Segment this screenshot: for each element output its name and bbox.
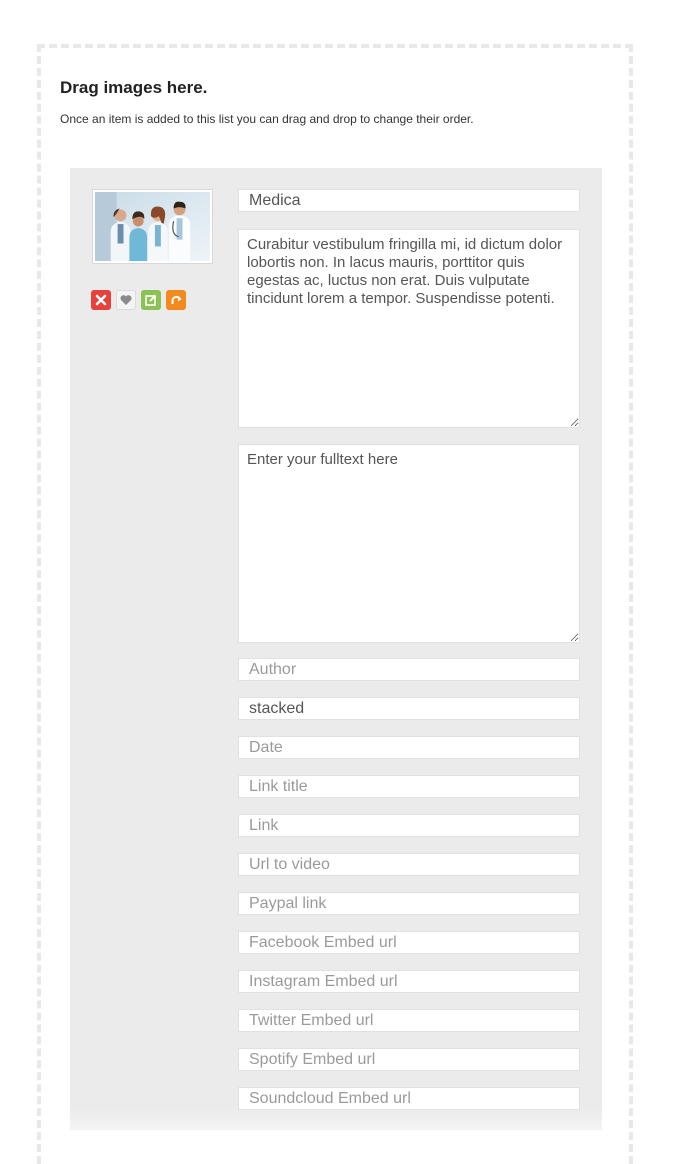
instagram-embed-field[interactable] [238,970,580,993]
fulltext-textarea[interactable] [238,444,580,643]
sortable-item[interactable]: Curabitur vestibulum fringilla mi, id di… [70,168,602,1130]
link-title-field[interactable] [238,775,580,798]
item-actions [91,290,186,310]
heart-icon [120,295,132,305]
title-field[interactable] [238,189,580,212]
layout-field[interactable] [238,697,580,720]
video-url-field[interactable] [238,853,580,876]
twitter-embed-field[interactable] [238,1009,580,1032]
spotify-embed-field[interactable] [238,1048,580,1071]
medical-team-photo-icon [95,192,210,261]
x-icon [95,294,107,306]
rotate-icon [171,295,182,304]
delete-button[interactable] [91,290,111,310]
description-textarea[interactable]: Curabitur vestibulum fringilla mi, id di… [238,229,580,428]
favorite-button[interactable] [116,290,136,310]
dropzone-instructions: Once an item is added to this list you c… [60,112,474,126]
soundcloud-embed-field[interactable] [238,1087,580,1110]
item-thumbnail[interactable] [92,189,213,264]
rotate-button[interactable] [166,290,186,310]
facebook-embed-field[interactable] [238,931,580,954]
edit-button[interactable] [141,290,161,310]
edit-icon [145,294,157,306]
date-field[interactable] [238,736,580,759]
author-field[interactable] [238,658,580,681]
dropzone-title: Drag images here. [60,78,208,97]
paypal-link-field[interactable] [238,892,580,915]
link-field[interactable] [238,814,580,837]
